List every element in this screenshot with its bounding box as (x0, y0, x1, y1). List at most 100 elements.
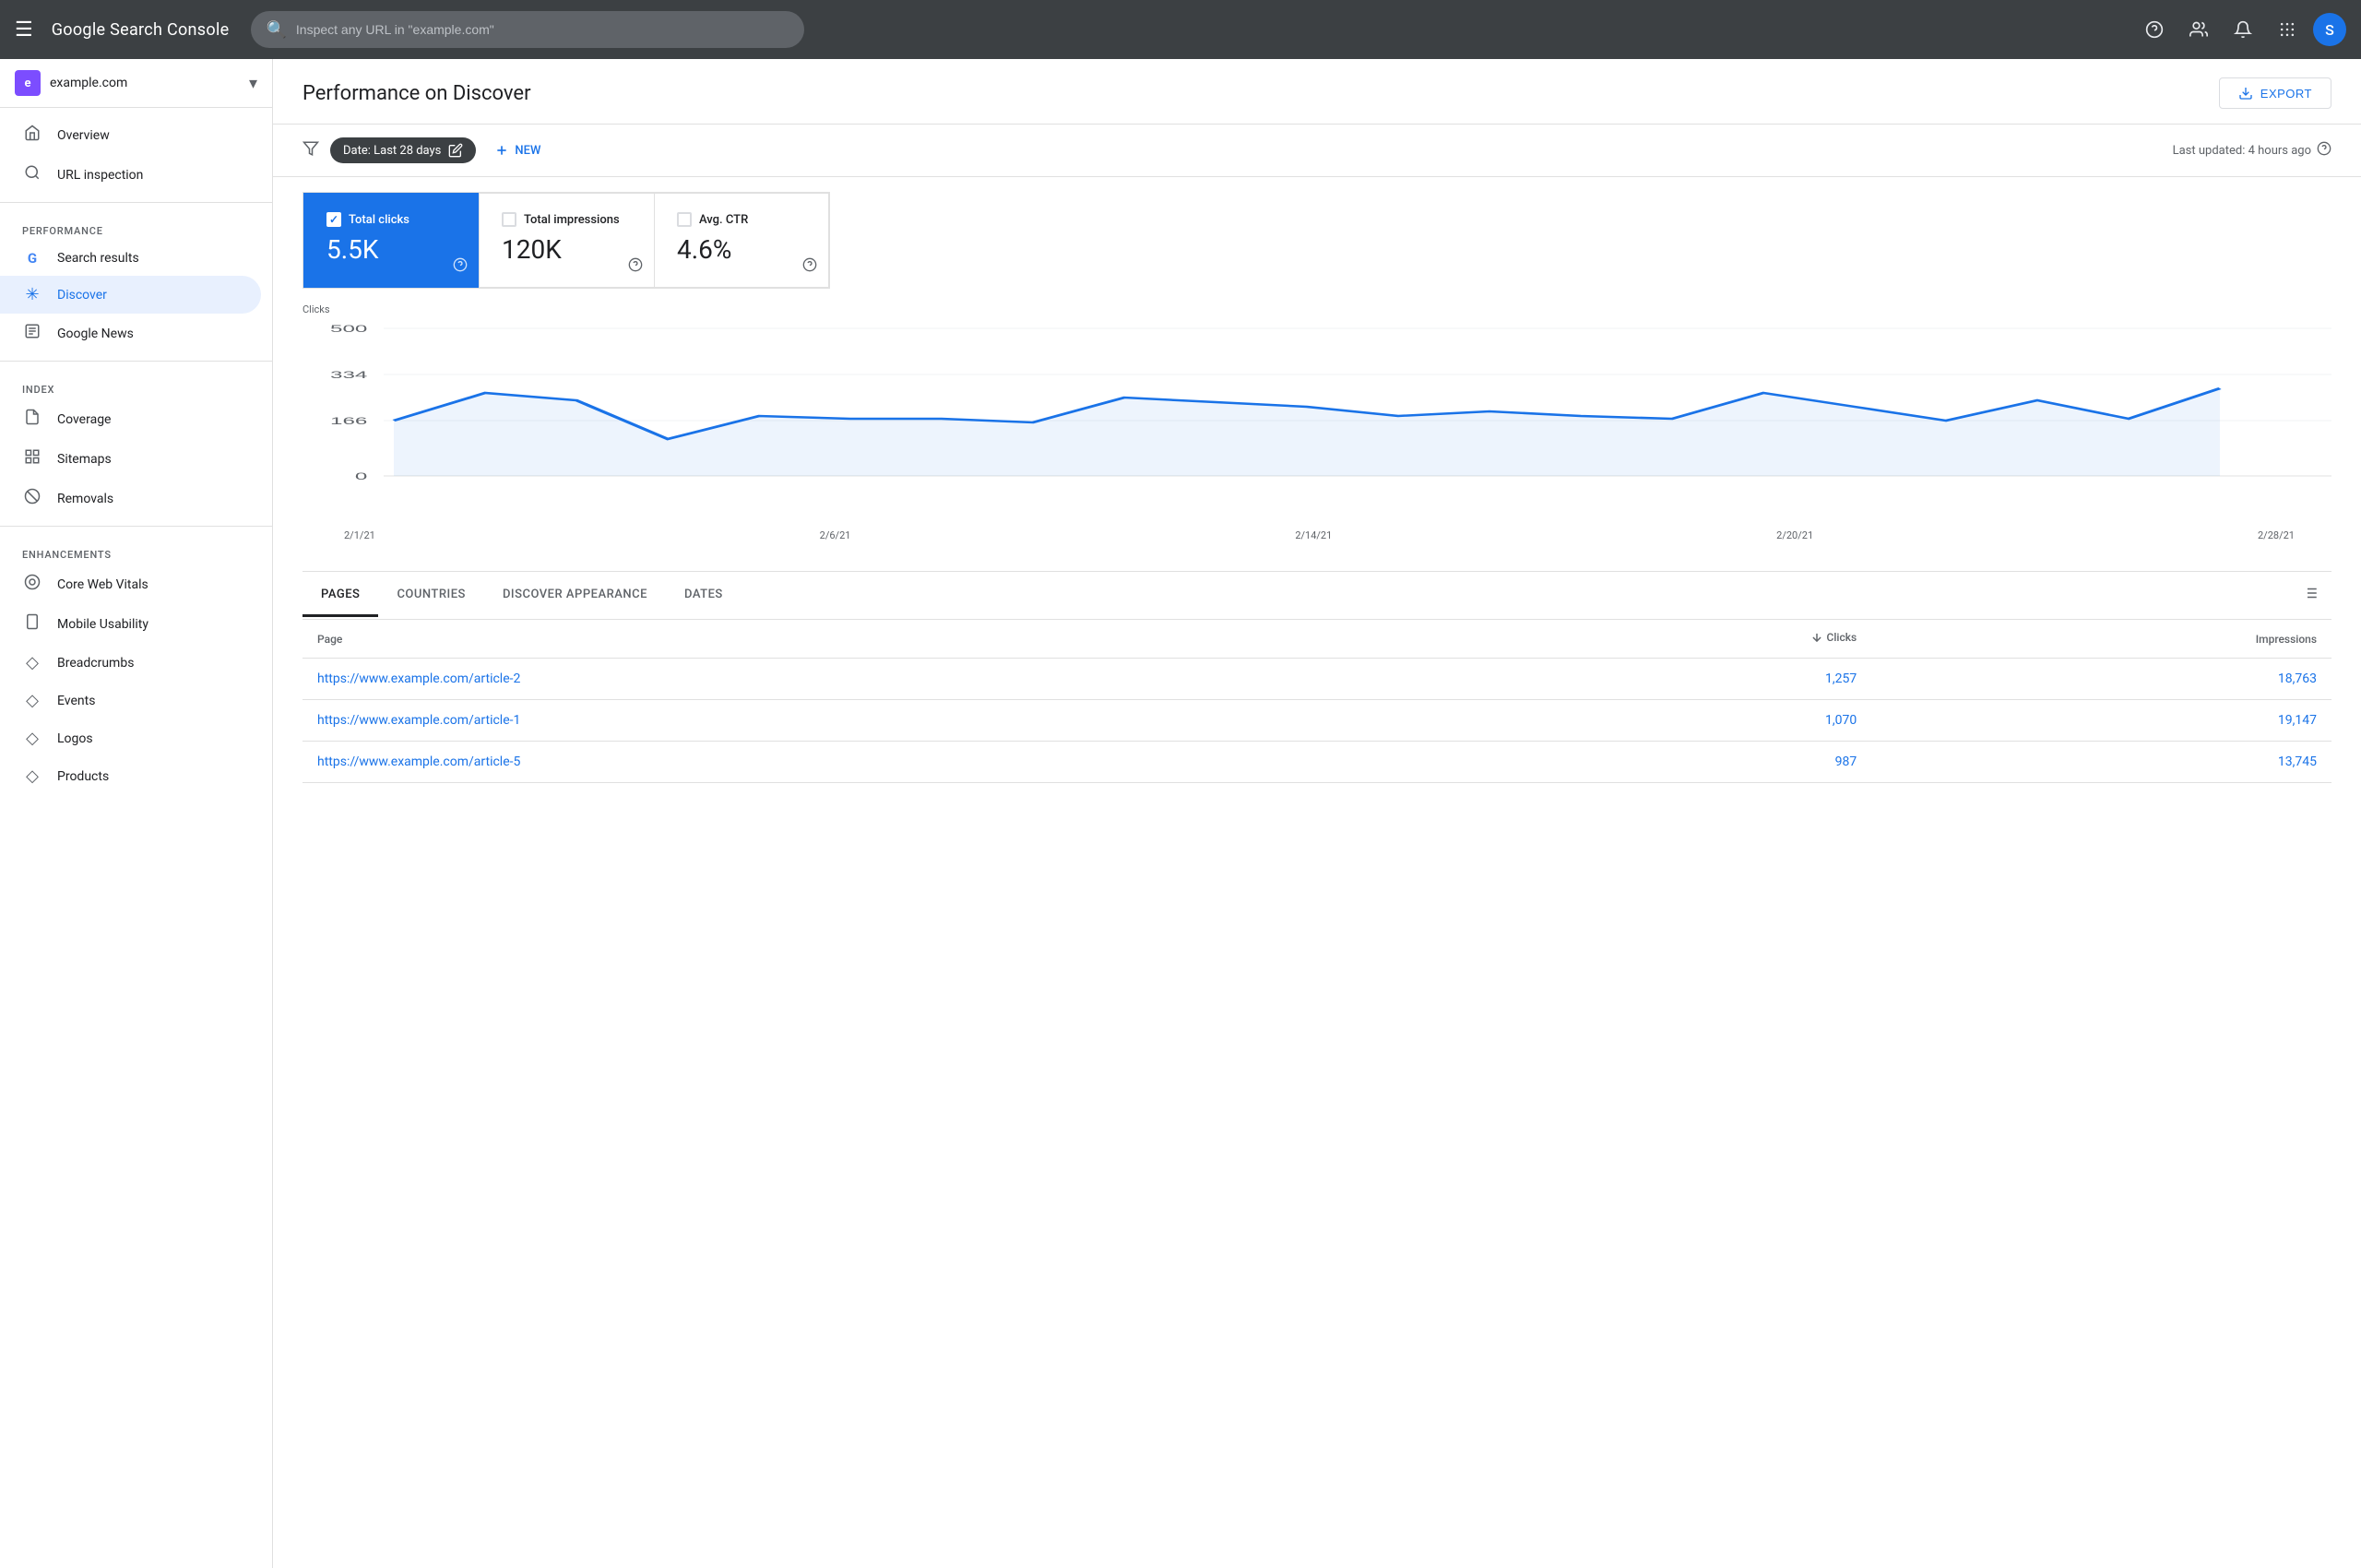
chart-x-label: 2/6/21 (820, 529, 851, 541)
removals-icon (22, 488, 42, 509)
filter-bar: Date: Last 28 days NEW Last updated: 4 h… (273, 125, 2361, 177)
logos-icon: ◇ (22, 729, 42, 748)
sidebar-item-events[interactable]: ◇ Events (0, 682, 261, 719)
cell-page[interactable]: https://www.example.com/article-2 (303, 659, 1484, 700)
metric-avg-ctr[interactable]: Avg. CTR 4.6% (654, 193, 829, 288)
svg-text:334: 334 (330, 369, 367, 380)
sidebar-item-core-web-vitals[interactable]: Core Web Vitals (0, 564, 261, 604)
user-avatar[interactable]: S (2313, 13, 2346, 46)
sidebar-item-sitemaps[interactable]: Sitemaps (0, 439, 261, 479)
help-icon-button[interactable] (2136, 11, 2173, 48)
metric-value-impressions: 120K (502, 234, 632, 265)
url-search-bar[interactable]: 🔍 (251, 11, 804, 48)
metric-value-ctr: 4.6% (677, 234, 806, 265)
chart-wrapper: 500 334 166 0 2/1/21 2/6/21 2/14/21 2/20… (303, 319, 2331, 541)
table-row: https://www.example.com/article-5 987 13… (303, 742, 2331, 783)
last-updated-help-icon[interactable] (2317, 141, 2331, 160)
sidebar-divider-3 (0, 526, 272, 527)
chart-x-labels: 2/1/21 2/6/21 2/14/21 2/20/21 2/28/21 (303, 526, 2331, 541)
sidebar-item-logos[interactable]: ◇ Logos (0, 719, 261, 757)
table-head: Page Clicks Impressions (303, 620, 2331, 659)
metric-help-impressions[interactable] (628, 257, 643, 276)
property-selector[interactable]: e example.com ▾ (0, 59, 272, 108)
metric-help-ctr[interactable] (802, 257, 817, 276)
property-chevron-icon: ▾ (249, 74, 257, 93)
discover-icon: ✳ (22, 285, 42, 304)
sidebar-item-url-inspection[interactable]: URL inspection (0, 155, 261, 195)
table-row: https://www.example.com/article-1 1,070 … (303, 700, 2331, 742)
table-filter-icon[interactable] (2289, 572, 2331, 619)
export-label: EXPORT (2260, 87, 2312, 101)
sidebar-item-overview[interactable]: Overview (0, 115, 261, 155)
app-logo: Google Search Console (52, 20, 230, 40)
sidebar-divider (0, 202, 272, 203)
sidebar-item-mobile-usability[interactable]: Mobile Usability (0, 604, 261, 644)
new-filter-button[interactable]: NEW (487, 137, 548, 163)
sidebar-item-label: Logos (57, 731, 93, 746)
chart-y-label: Clicks (303, 303, 2331, 315)
metric-total-clicks[interactable]: ✓ Total clicks 5.5K (303, 193, 479, 288)
cell-clicks: 1,257 (1484, 659, 1871, 700)
svg-text:0: 0 (355, 470, 367, 481)
metrics-container: ✓ Total clicks 5.5K (273, 177, 2361, 289)
sidebar-item-coverage[interactable]: Coverage (0, 399, 261, 439)
url-search-input[interactable] (296, 22, 790, 37)
export-button[interactable]: EXPORT (2219, 77, 2331, 109)
sidebar-item-breadcrumbs[interactable]: ◇ Breadcrumbs (0, 644, 261, 682)
coverage-icon (22, 409, 42, 430)
metric-total-impressions[interactable]: Total impressions 120K (479, 193, 654, 288)
property-name: example.com (50, 76, 240, 90)
sidebar-item-search-results[interactable]: G Search results (0, 241, 261, 276)
sidebar-item-label: Search results (57, 251, 139, 266)
last-updated-text: Last updated: 4 hours ago (2173, 144, 2311, 158)
users-icon-button[interactable] (2180, 11, 2217, 48)
sidebar-item-discover[interactable]: ✳ Discover (0, 276, 261, 314)
grid-icon-button[interactable] (2269, 11, 2306, 48)
metric-label-impressions: Total impressions (524, 213, 620, 227)
sidebar-item-label: Core Web Vitals (57, 577, 148, 592)
sidebar-item-products[interactable]: ◇ Products (0, 757, 261, 795)
metric-help-clicks[interactable] (453, 257, 468, 276)
table-body: https://www.example.com/article-2 1,257 … (303, 659, 2331, 783)
sidebar-navigation: Overview URL inspection Performance G Se… (0, 108, 272, 802)
svg-text:500: 500 (330, 323, 367, 334)
last-updated: Last updated: 4 hours ago (2173, 141, 2331, 160)
metric-checkbox-clicks: ✓ (326, 212, 341, 227)
events-icon: ◇ (22, 691, 42, 710)
tabs-row: PAGES COUNTRIES DISCOVER APPEARANCE DATE… (303, 572, 2331, 620)
filter-left: Date: Last 28 days NEW (303, 137, 548, 163)
tab-dates[interactable]: DATES (666, 575, 742, 617)
sidebar-item-label: Products (57, 769, 109, 784)
chart-area: Clicks 500 334 166 0 (273, 289, 2361, 556)
cell-impressions: 18,763 (1871, 659, 2331, 700)
col-clicks-label: Clicks (1827, 631, 1857, 644)
cell-clicks: 987 (1484, 742, 1871, 783)
metrics-row: ✓ Total clicks 5.5K (303, 192, 830, 289)
sitemaps-icon (22, 448, 42, 469)
sidebar-item-label: Coverage (57, 412, 111, 427)
sidebar-item-google-news[interactable]: Google News (0, 314, 261, 353)
sidebar-item-removals[interactable]: Removals (0, 479, 261, 518)
cell-page[interactable]: https://www.example.com/article-1 (303, 700, 1484, 742)
page-title: Performance on Discover (303, 82, 531, 105)
menu-icon[interactable]: ☰ (15, 18, 33, 42)
bell-icon-button[interactable] (2225, 11, 2261, 48)
filter-icon[interactable] (303, 140, 319, 161)
svg-text:166: 166 (330, 415, 367, 426)
tab-discover-appearance[interactable]: DISCOVER APPEARANCE (484, 575, 666, 617)
tab-pages[interactable]: PAGES (303, 575, 378, 617)
tab-countries[interactable]: COUNTRIES (378, 575, 484, 617)
col-clicks[interactable]: Clicks (1484, 620, 1871, 659)
cell-page[interactable]: https://www.example.com/article-5 (303, 742, 1484, 783)
topbar-actions: S (2136, 11, 2346, 48)
chart-svg: 500 334 166 0 (303, 319, 2331, 522)
sidebar-item-label: Discover (57, 288, 107, 303)
cell-impressions: 19,147 (1871, 700, 2331, 742)
topbar: ☰ Google Search Console 🔍 (0, 0, 2361, 59)
new-label: NEW (515, 144, 540, 158)
search-results-icon: G (22, 250, 42, 267)
sort-icon (1810, 631, 1823, 644)
sidebar-item-label: Breadcrumbs (57, 656, 134, 671)
mobile-icon (22, 613, 42, 635)
date-chip[interactable]: Date: Last 28 days (330, 137, 476, 163)
